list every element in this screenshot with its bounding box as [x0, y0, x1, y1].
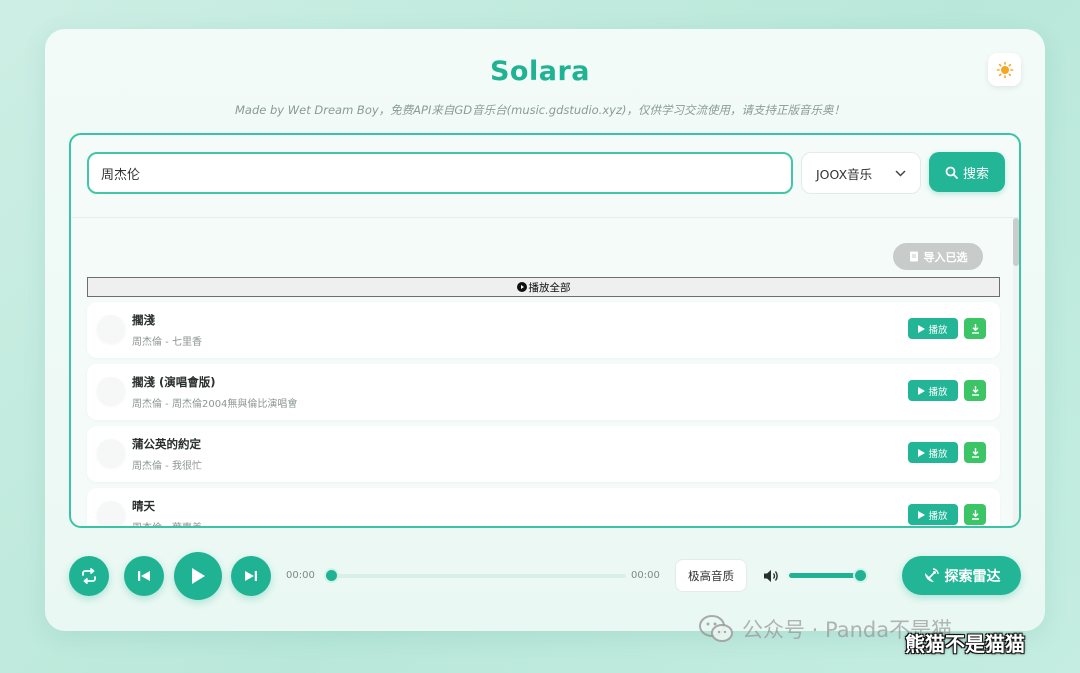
- next-track-button[interactable]: [231, 556, 271, 596]
- wechat-icon: [699, 615, 733, 642]
- chevron-down-icon: [895, 169, 906, 177]
- song-title: 擱淺: [132, 313, 155, 327]
- app-subtitle: Made by Wet Dream Boy，免费API来自GD音乐台(music…: [235, 103, 845, 117]
- import-selected-button[interactable]: 导入已选: [893, 243, 983, 270]
- song-play-button[interactable]: 播放: [908, 442, 958, 463]
- album-cover: [97, 501, 125, 526]
- play-icon: [192, 568, 205, 584]
- song-title: 晴天: [132, 499, 155, 513]
- volume-slider[interactable]: [789, 573, 861, 578]
- explore-radar-label: 探索雷达: [944, 568, 1001, 585]
- song-row[interactable]: 晴天 周杰倫 - 葉惠美 播放: [87, 488, 1000, 526]
- source-select[interactable]: JOOX音乐: [801, 152, 921, 194]
- album-cover: [97, 315, 125, 343]
- album-cover: [97, 439, 125, 467]
- total-time: 00:00: [631, 570, 660, 581]
- results-scrollbar[interactable]: [1013, 218, 1019, 526]
- song-artist-album: 周杰倫 - 葉惠美: [132, 519, 202, 526]
- repeat-icon: [82, 568, 96, 584]
- skip-next-icon: [245, 571, 257, 581]
- play-circle-icon: [516, 282, 527, 292]
- song-row[interactable]: 蒲公英的約定 周杰倫 - 我很忙 播放: [87, 426, 1000, 482]
- play-icon: [918, 386, 926, 395]
- play-all-label: 播放全部: [528, 281, 571, 294]
- volume-icon[interactable]: [763, 569, 780, 583]
- song-download-button[interactable]: [964, 318, 986, 339]
- song-row[interactable]: 擱淺 周杰倫 - 七里香 播放: [87, 302, 1000, 358]
- song-download-button[interactable]: [964, 504, 986, 525]
- song-play-button[interactable]: 播放: [908, 380, 958, 401]
- sun-icon: [996, 61, 1013, 78]
- progress-slider[interactable]: [330, 574, 626, 578]
- song-list: 擱淺 周杰倫 - 七里香 播放 擱淺 (演唱會版) 周杰倫 - 周杰倫2004無…: [87, 302, 1000, 526]
- previous-track-button[interactable]: [124, 556, 164, 596]
- song-play-label: 播放: [928, 448, 948, 460]
- download-icon: [971, 323, 979, 334]
- play-pause-button[interactable]: [174, 552, 222, 600]
- app-title: Solara: [489, 56, 590, 87]
- theme-toggle-button[interactable]: [988, 53, 1021, 86]
- results-list: 导入已选 播放全部 擱淺 周杰倫 - 七里香 播放 擱淺 (演唱會版) 周杰倫 …: [71, 218, 1019, 526]
- album-cover: [97, 377, 125, 405]
- play-icon: [918, 510, 926, 519]
- download-icon: [971, 509, 979, 520]
- song-play-label: 播放: [928, 386, 948, 398]
- current-time: 00:00: [286, 570, 315, 581]
- progress-handle[interactable]: [326, 570, 337, 581]
- search-input[interactable]: [87, 152, 793, 194]
- song-download-button[interactable]: [964, 380, 986, 401]
- quality-button[interactable]: 极高音质: [675, 559, 747, 592]
- song-artist-album: 周杰倫 - 周杰倫2004無與倫比演唱會: [132, 399, 298, 410]
- song-play-button[interactable]: 播放: [908, 504, 958, 525]
- song-row[interactable]: 擱淺 (演唱會版) 周杰倫 - 周杰倫2004無與倫比演唱會 播放: [87, 364, 1000, 420]
- repeat-mode-button[interactable]: [69, 556, 109, 596]
- watermark-line2: 熊猫不是猫猫: [905, 632, 1025, 656]
- download-icon: [971, 385, 979, 396]
- search-button-label: 搜索: [962, 166, 989, 182]
- song-play-label: 播放: [928, 324, 948, 336]
- search-button[interactable]: 搜索: [929, 152, 1005, 192]
- satellite-dish-icon: [924, 568, 939, 582]
- play-all-button[interactable]: 播放全部: [87, 277, 1000, 297]
- scroll-thumb[interactable]: [1013, 218, 1019, 266]
- play-icon: [918, 448, 926, 457]
- song-play-label: 播放: [928, 510, 948, 522]
- song-artist-album: 周杰倫 - 我很忙: [132, 461, 202, 472]
- file-import-icon: [909, 251, 918, 262]
- search-panel: JOOX音乐 搜索 导入已选 播放全: [69, 133, 1021, 528]
- source-select-value: JOOX音乐: [816, 166, 873, 182]
- volume-handle[interactable]: [855, 570, 866, 581]
- import-selected-label: 导入已选: [923, 250, 968, 264]
- song-title: 蒲公英的約定: [132, 437, 201, 451]
- play-icon: [918, 324, 926, 333]
- song-download-button[interactable]: [964, 442, 986, 463]
- song-artist-album: 周杰倫 - 七里香: [132, 337, 202, 348]
- song-title: 擱淺 (演唱會版): [132, 375, 216, 389]
- search-icon: [945, 166, 958, 179]
- song-play-button[interactable]: 播放: [908, 318, 958, 339]
- explore-radar-button[interactable]: 探索雷达: [902, 556, 1021, 595]
- download-icon: [971, 447, 979, 458]
- skip-previous-icon: [138, 571, 150, 581]
